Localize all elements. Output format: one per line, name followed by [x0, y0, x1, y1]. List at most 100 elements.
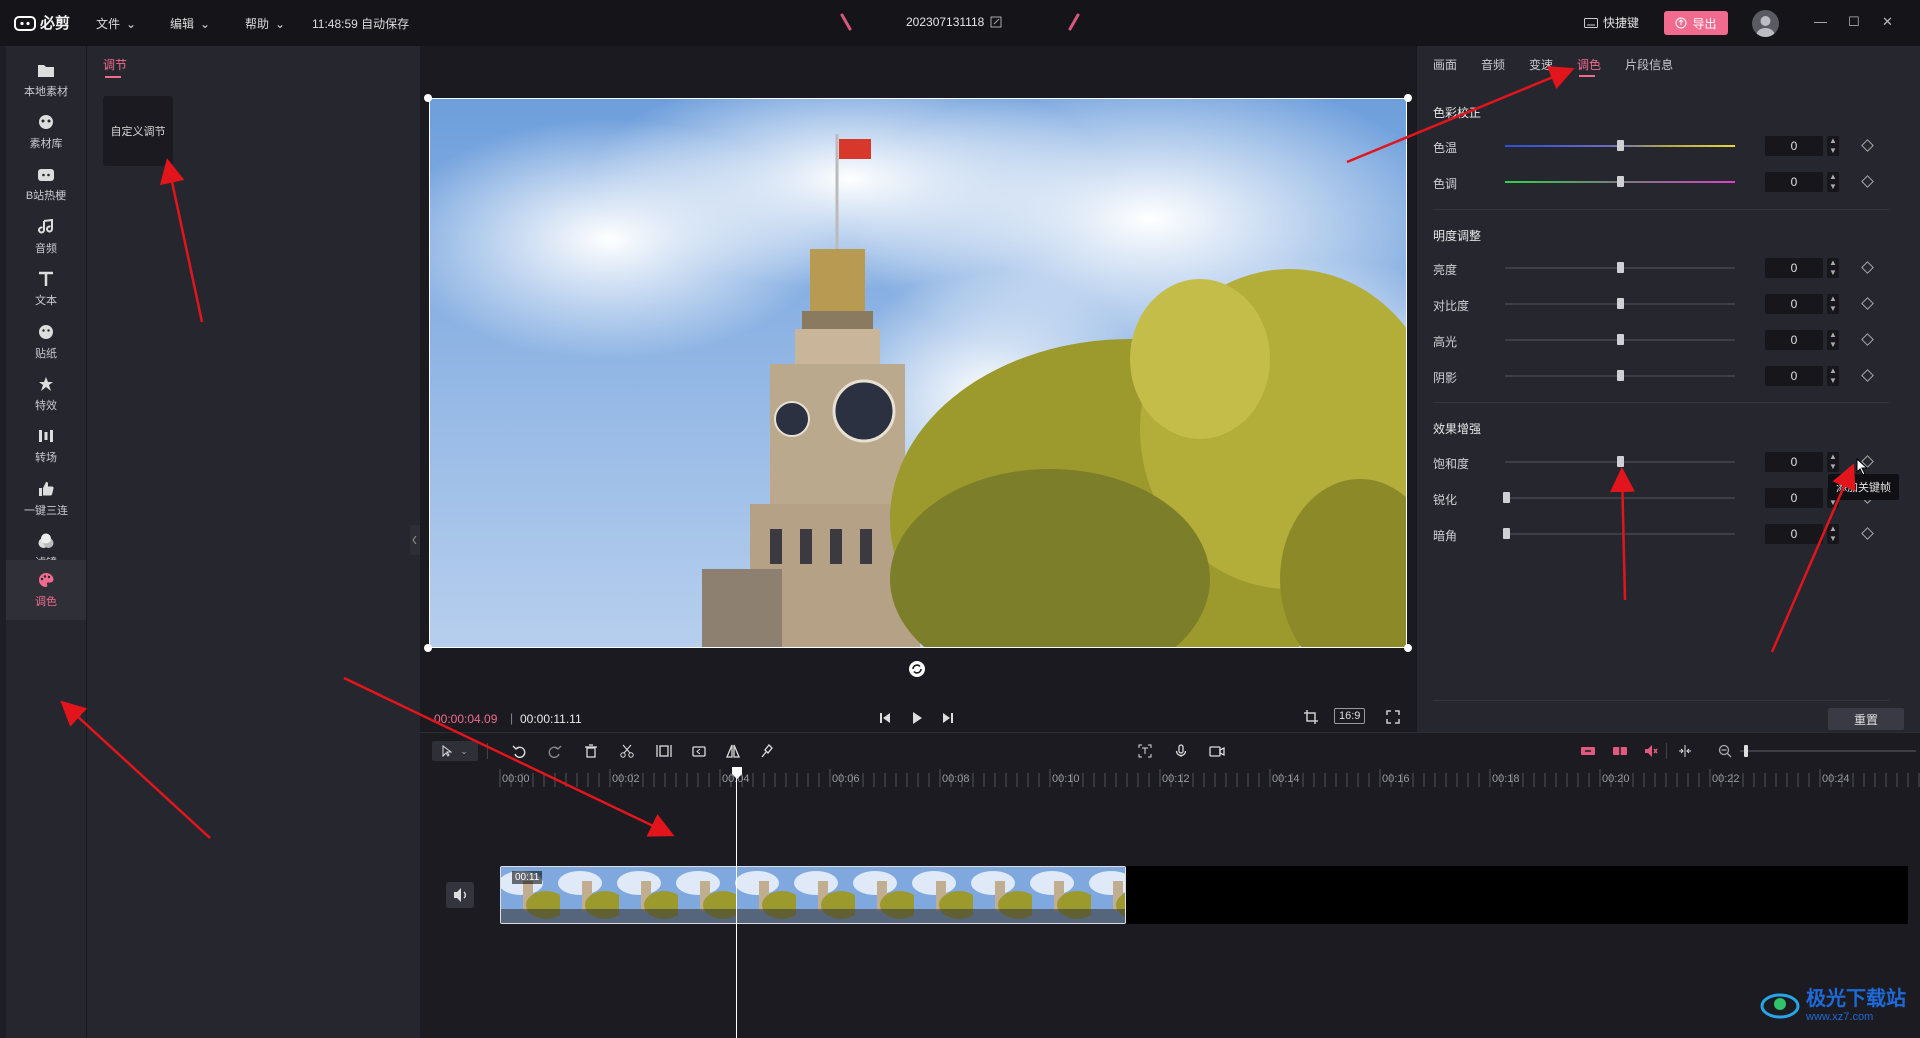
play-icon[interactable]	[910, 711, 924, 725]
text-recognition-icon[interactable]	[1138, 744, 1152, 758]
tab-property-1[interactable]: 音频	[1481, 56, 1505, 73]
value-input[interactable]: 0	[1765, 366, 1823, 386]
nav-item-tv[interactable]: B站热梗	[6, 155, 86, 215]
menu-help[interactable]: 帮助 ⌄	[245, 15, 285, 32]
magnet-snap-icon[interactable]	[1580, 744, 1596, 758]
resize-handle[interactable]	[424, 94, 432, 102]
redo-icon[interactable]	[548, 744, 562, 758]
keyframe-diamond-icon[interactable]	[1861, 261, 1874, 274]
resize-handle[interactable]	[1404, 644, 1412, 652]
maximize-button[interactable]: ☐	[1848, 14, 1860, 30]
slider-knob[interactable]	[1617, 262, 1624, 273]
mute-icon[interactable]	[1644, 744, 1658, 758]
microphone-icon[interactable]	[1174, 744, 1188, 758]
split-icon[interactable]	[620, 744, 634, 758]
stepper[interactable]: ▲▼	[1827, 330, 1839, 350]
keyframe-diamond-icon[interactable]	[1861, 333, 1874, 346]
nav-item-folder[interactable]: 本地素材	[6, 50, 86, 110]
delete-icon[interactable]	[584, 744, 598, 758]
playhead-handle-icon[interactable]	[731, 766, 743, 780]
nav-item-transition[interactable]: 转场	[6, 417, 86, 477]
avatar[interactable]	[1752, 10, 1779, 37]
value-input[interactable]: 0	[1765, 294, 1823, 314]
camera-icon[interactable]	[1209, 744, 1225, 758]
close-button[interactable]: ✕	[1882, 14, 1893, 30]
value-input[interactable]: 0	[1765, 488, 1823, 508]
tab-adjust[interactable]: 调节	[103, 56, 127, 73]
zoom-slider-knob[interactable]	[1744, 745, 1748, 757]
aspect-ratio-button[interactable]: 16:9	[1334, 708, 1366, 724]
export-button[interactable]: 导出	[1664, 11, 1728, 35]
track-audio-toggle[interactable]	[446, 882, 474, 908]
minimize-button[interactable]: —	[1814, 14, 1827, 29]
crop-icon[interactable]	[1304, 710, 1318, 724]
slider-knob[interactable]	[1617, 456, 1624, 467]
slider-knob[interactable]	[1617, 334, 1624, 345]
link-icon[interactable]	[1612, 744, 1628, 758]
stepper[interactable]: ▲▼	[1827, 258, 1839, 278]
reverse-icon[interactable]	[692, 744, 706, 758]
stepper[interactable]: ▲▼	[1827, 294, 1839, 314]
stepper[interactable]: ▲▼	[1827, 136, 1839, 156]
nav-item-sticker[interactable]: 贴纸	[6, 312, 86, 372]
tab-property-3[interactable]: 调色	[1577, 56, 1601, 77]
resize-handle[interactable]	[424, 644, 432, 652]
slider-knob[interactable]	[1617, 140, 1624, 151]
custom-adjust-item[interactable]: 自定义调节	[103, 96, 173, 166]
nav-item-thumbs-up[interactable]: 一键三连	[6, 469, 86, 529]
keyframe-diamond-icon[interactable]	[1861, 139, 1874, 152]
select-tool-button[interactable]: ⌄	[432, 741, 478, 761]
resize-handle[interactable]	[1404, 94, 1412, 102]
stepper[interactable]: ▲▼	[1827, 172, 1839, 192]
tab-property-4[interactable]: 片段信息	[1625, 56, 1673, 73]
video-clip[interactable]	[500, 866, 1126, 924]
slider-knob[interactable]	[1503, 528, 1510, 539]
slider-track[interactable]	[1505, 533, 1735, 535]
undo-icon[interactable]	[512, 744, 526, 758]
keyframe-diamond-icon[interactable]	[1861, 175, 1874, 188]
reset-button[interactable]: 重置	[1828, 708, 1904, 730]
nav-item-palette[interactable]: 调色	[6, 560, 86, 620]
playhead-line[interactable]	[736, 770, 737, 1038]
video-frame[interactable]	[429, 98, 1407, 648]
fit-timeline-icon[interactable]	[1678, 744, 1692, 758]
nav-item-effects[interactable]: 特效	[6, 364, 86, 424]
value-input[interactable]: 0	[1765, 330, 1823, 350]
menu-file[interactable]: 文件 ⌄	[96, 15, 136, 32]
nav-item-text[interactable]: 文本	[6, 260, 86, 320]
collapse-left-icon[interactable]	[410, 525, 420, 555]
time-ruler[interactable]: 00:0000:0200:0400:0600:0800:1000:1200:14…	[420, 767, 1920, 787]
slider-track[interactable]	[1505, 497, 1735, 499]
value-input[interactable]: 0	[1765, 172, 1823, 192]
menu-edit[interactable]: 编辑 ⌄	[170, 15, 210, 32]
tab-property-2[interactable]: 变速	[1529, 56, 1553, 73]
zoom-out-icon[interactable]	[1718, 744, 1732, 758]
nav-item-music[interactable]: 音频	[6, 207, 86, 267]
trim-icon[interactable]	[656, 744, 672, 758]
mirror-icon[interactable]	[726, 744, 740, 758]
stepper[interactable]: ▲▼	[1827, 366, 1839, 386]
keyframe-diamond-icon[interactable]	[1861, 369, 1874, 382]
tab-property-0[interactable]: 画面	[1433, 56, 1457, 73]
pin-icon[interactable]	[760, 744, 774, 758]
value-input[interactable]: 0	[1765, 136, 1823, 156]
value-input[interactable]: 0	[1765, 524, 1823, 544]
stepper[interactable]: ▲▼	[1827, 452, 1839, 472]
value-input[interactable]: 0	[1765, 258, 1823, 278]
slider-knob[interactable]	[1503, 492, 1510, 503]
fullscreen-icon[interactable]	[1386, 710, 1400, 724]
shortcut-button[interactable]: 快捷键	[1584, 14, 1639, 31]
slider-knob[interactable]	[1617, 298, 1624, 309]
nav-item-library[interactable]: 素材库	[6, 102, 86, 162]
skip-back-icon[interactable]	[878, 711, 892, 725]
keyframe-diamond-icon[interactable]	[1861, 297, 1874, 310]
zoom-slider[interactable]	[1740, 750, 1916, 752]
value-input[interactable]: 0	[1765, 452, 1823, 472]
skip-forward-icon[interactable]	[941, 711, 955, 725]
slider-knob[interactable]	[1617, 370, 1624, 381]
rotate-icon[interactable]	[908, 660, 926, 678]
project-title[interactable]: 202307131118	[906, 15, 1002, 29]
stepper[interactable]: ▲▼	[1827, 524, 1839, 544]
keyframe-diamond-icon[interactable]	[1861, 527, 1874, 540]
slider-knob[interactable]	[1617, 176, 1624, 187]
